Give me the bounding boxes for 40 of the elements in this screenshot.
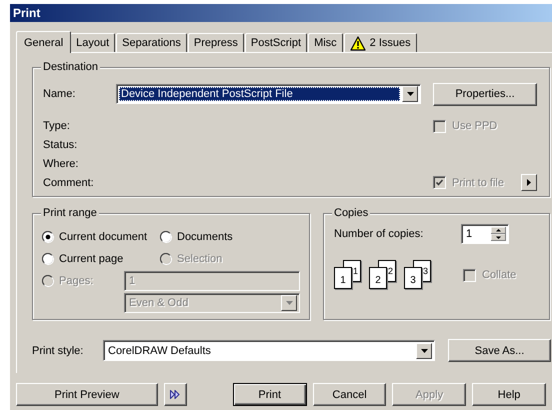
page-sheet: 1: [334, 267, 352, 289]
more-button[interactable]: [521, 174, 537, 191]
dialog-button[interactable]: Help: [472, 383, 546, 406]
field-label: Print style:: [32, 344, 84, 356]
dialog-button[interactable]: Print: [232, 383, 307, 406]
tab[interactable]: General: [16, 31, 72, 53]
spin-arrows-icon: [491, 227, 506, 241]
page-sheet: 3: [404, 267, 422, 289]
tab[interactable]: PostScript: [244, 33, 308, 52]
caret-icon: [420, 348, 428, 352]
tab[interactable]: Prepress: [188, 33, 244, 52]
tab[interactable]: Layout: [70, 33, 116, 52]
field-label: Type:: [43, 120, 71, 132]
field-label: Where:: [43, 158, 80, 170]
group-title: Print range: [41, 207, 99, 220]
double-arrow-icon: [170, 390, 180, 399]
save-as-button[interactable]: Save As...: [448, 339, 551, 362]
window-title: Print: [13, 6, 40, 20]
page-sheet: 2: [369, 267, 387, 289]
printer-dropdown[interactable]: Device Independent PostScript File: [116, 84, 421, 104]
field-label: Number of copies:: [334, 228, 424, 240]
caret-icon: [286, 301, 292, 305]
print-style-dropdown[interactable]: CorelDRAW Defaults: [103, 340, 435, 361]
check-icon: [436, 179, 443, 186]
print-preview-button[interactable]: Print Preview: [16, 383, 158, 406]
play-icon: [527, 179, 531, 186]
tab-label: 2 Issues: [370, 37, 411, 49]
dialog-button[interactable]: Cancel: [312, 383, 386, 406]
field-label: Status:: [43, 138, 78, 150]
warning-icon: [350, 36, 366, 50]
copies-spinner[interactable]: 1: [461, 224, 509, 244]
properties-button[interactable]: Properties...: [433, 82, 537, 106]
caret-icon: [406, 92, 414, 96]
tab[interactable]: 2 Issues: [344, 33, 417, 52]
field-label: Comment:: [43, 176, 95, 188]
tab[interactable]: Separations: [116, 33, 187, 52]
group-title: Copies: [332, 207, 370, 220]
expand-button[interactable]: [164, 383, 187, 406]
tab[interactable]: Misc: [308, 33, 343, 52]
field-label: Name:: [43, 88, 76, 100]
